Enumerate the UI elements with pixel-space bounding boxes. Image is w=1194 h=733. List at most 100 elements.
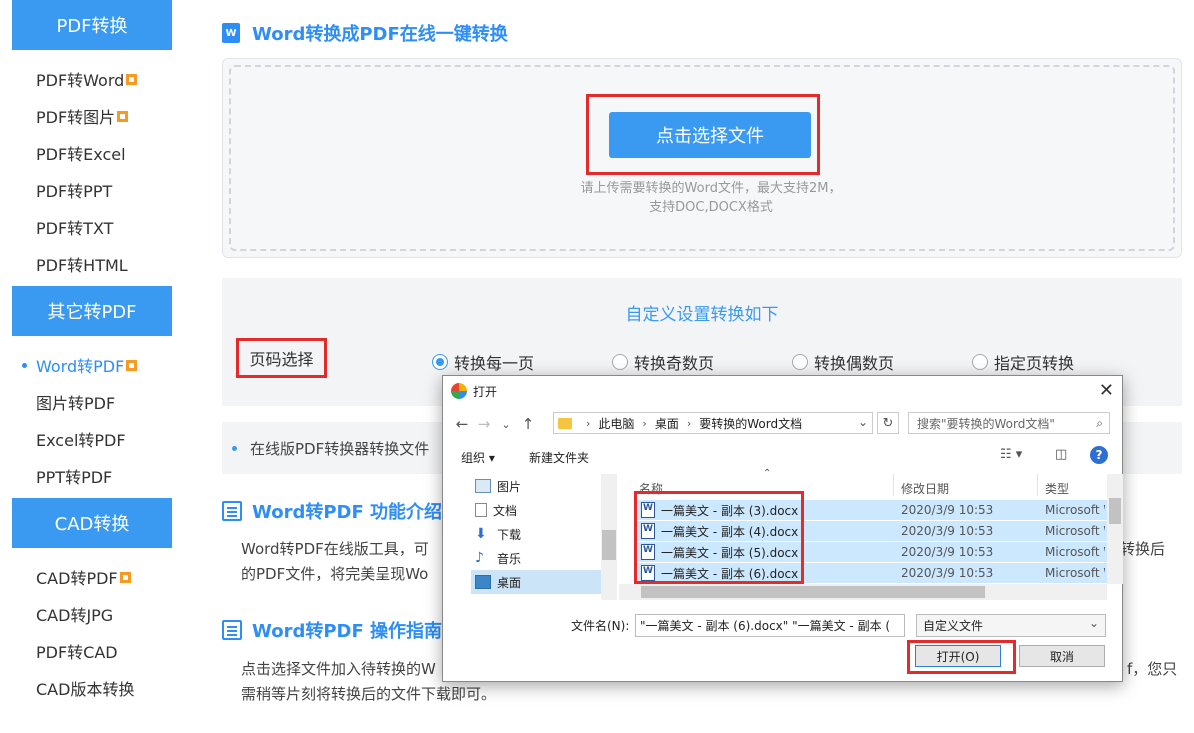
sidebar-item-cad-to-pdf[interactable]: CAD转PDF xyxy=(12,558,172,595)
tree-item-pictures[interactable]: 图片 xyxy=(471,474,616,498)
file-list-hscrollbar[interactable] xyxy=(619,584,1107,600)
highlight-box-open-button xyxy=(907,640,1016,674)
forward-arrow-icon[interactable]: → xyxy=(473,415,495,433)
sidebar-section-pdf-convert[interactable]: PDF转换 xyxy=(12,0,172,50)
chevron-right-icon: › xyxy=(642,416,647,430)
filetype-value: 自定义文件 xyxy=(923,619,984,633)
file-hscroll-thumb[interactable] xyxy=(641,586,985,598)
column-type[interactable]: 类型 xyxy=(1045,480,1069,497)
tree-item-label: 音乐 xyxy=(497,551,522,566)
music-note-icon: ♪ xyxy=(475,550,484,566)
sidebar-item-pdf-to-excel[interactable]: PDF转Excel xyxy=(12,134,172,171)
new-folder-button[interactable]: 新建文件夹 xyxy=(529,449,589,466)
help-icon[interactable]: ? xyxy=(1090,446,1108,464)
radio-specified-pages[interactable]: 指定页转换 xyxy=(972,350,1074,374)
up-arrow-icon[interactable]: ↑ xyxy=(517,415,539,433)
organize-menu[interactable]: 组织 ▾ xyxy=(461,449,495,466)
filename-value: "一篇美文 - 副本 (6).docx" "一篇美文 - 副本 ( xyxy=(640,619,891,633)
chevron-right-icon: › xyxy=(586,416,591,430)
recent-chevron-icon[interactable]: ⌄ xyxy=(495,418,517,431)
breadcrumb-folder[interactable]: 要转换的Word文档 xyxy=(699,415,802,432)
upload-hint: 请上传需要转换的Word文件，最大支持2M， xyxy=(580,181,842,196)
guide-line-2: 需稍等片刻将转换后的文件下载即可。 xyxy=(241,685,497,703)
sidebar-item-excel-to-pdf[interactable]: Excel转PDF xyxy=(12,420,172,457)
file-date: 2020/3/9 10:53 xyxy=(901,524,994,538)
sort-chevron-icon: ⌃ xyxy=(763,468,772,479)
word-doc-icon: W xyxy=(222,23,240,43)
guide-title: Word转PDF 操作指南： xyxy=(222,617,460,643)
browser-logo-icon xyxy=(451,383,467,399)
close-icon[interactable]: ✕ xyxy=(1099,380,1114,401)
download-arrow-icon: ⬇ xyxy=(475,526,487,542)
address-bar[interactable]: › 此电脑 › 桌面 › 要转换的Word文档 ⌄ xyxy=(553,412,873,434)
page-selection-label: 页码选择 xyxy=(236,338,327,378)
search-input[interactable]: 搜索"要转换的Word文档" ⌕ xyxy=(908,412,1110,434)
tree-item-downloads[interactable]: ⬇ 下载 xyxy=(471,522,616,546)
filetype-select[interactable]: 自定义文件 ⌄ xyxy=(916,614,1106,637)
sidebar-item-cad-to-jpg[interactable]: CAD转JPG xyxy=(12,595,172,632)
tree-item-documents[interactable]: 文档 xyxy=(471,498,616,522)
tree-item-label: 图片 xyxy=(497,479,522,494)
desktop-icon xyxy=(475,575,491,589)
tree-item-label: 文档 xyxy=(493,503,518,518)
radio-every-page[interactable]: 转换每一页 xyxy=(432,350,534,374)
pictures-icon xyxy=(475,479,491,493)
chevron-down-icon[interactable]: ⌄ xyxy=(858,415,868,429)
sidebar-item-word-to-pdf[interactable]: Word转PDF xyxy=(12,346,172,383)
dialog-title: 打开 xyxy=(473,384,498,399)
guide-line-1-tail: f，您只 xyxy=(1127,660,1178,678)
search-placeholder: 搜索"要转换的Word文档" xyxy=(917,416,1055,431)
sidebar-item-ppt-to-pdf[interactable]: PPT转PDF xyxy=(12,457,172,494)
radio-label: 指定页转换 xyxy=(994,354,1075,373)
tree-item-label: 下载 xyxy=(497,527,522,542)
sidebar-item-pdf-to-txt[interactable]: PDF转TXT xyxy=(12,208,172,245)
back-arrow-icon[interactable]: ← xyxy=(451,415,473,433)
sidebar-item-label: CAD转PDF xyxy=(36,568,118,588)
cancel-button[interactable]: 取消 xyxy=(1019,645,1105,667)
sidebar-section-other-to-pdf[interactable]: 其它转PDF xyxy=(12,286,172,336)
preview-pane-icon[interactable]: ◫ xyxy=(1055,447,1067,462)
view-options-icon[interactable]: ☷ ▾ xyxy=(1000,447,1022,462)
tree-scroll-thumb[interactable] xyxy=(602,530,616,560)
refresh-icon[interactable]: ↻ xyxy=(877,412,899,434)
search-icon: ⌕ xyxy=(1096,416,1103,430)
sidebar-section-cad-convert[interactable]: CAD转换 xyxy=(12,498,172,548)
tree-item-desktop[interactable]: 桌面 xyxy=(471,570,616,594)
sidebar-item-label: Excel转PDF xyxy=(36,430,126,450)
intro-icon xyxy=(222,501,242,521)
sidebar-item-cad-version[interactable]: CAD版本转换 xyxy=(12,669,172,706)
file-scroll-thumb[interactable] xyxy=(1109,498,1121,524)
radio-even-pages[interactable]: 转换偶数页 xyxy=(792,350,894,374)
sidebar-item-pdf-to-cad[interactable]: PDF转CAD xyxy=(12,632,172,669)
tree-scrollbar[interactable] xyxy=(601,474,617,600)
nav-tree: 图片 文档 ⬇ 下载 ♪ 音乐 桌面 xyxy=(471,474,617,600)
page-title-text: Word转换成PDF在线一键转换 xyxy=(252,24,508,45)
guide-icon xyxy=(222,620,242,640)
tree-item-music[interactable]: ♪ 音乐 xyxy=(471,546,616,570)
highlight-box-files xyxy=(634,491,804,584)
sidebar-item-pdf-to-image[interactable]: PDF转图片 xyxy=(12,97,172,134)
column-divider xyxy=(1037,474,1038,496)
sidebar-item-label: PDF转Excel xyxy=(36,144,126,164)
radio-unchecked-icon xyxy=(612,354,628,370)
chevron-right-icon: › xyxy=(686,416,692,430)
sidebar-item-pdf-to-html[interactable]: PDF转HTML xyxy=(12,245,172,282)
breadcrumb-desktop[interactable]: 桌面 xyxy=(655,415,679,432)
radio-odd-pages[interactable]: 转换奇数页 xyxy=(612,350,714,374)
file-list-scrollbar[interactable] xyxy=(1107,474,1123,584)
file-type: Microsoft W xyxy=(1045,566,1105,580)
sidebar-item-label: CAD版本转换 xyxy=(36,679,135,699)
radio-unchecked-icon xyxy=(792,354,808,370)
breadcrumb-this-pc[interactable]: 此电脑 xyxy=(598,415,634,432)
filename-label: 文件名(N): xyxy=(571,619,630,633)
sidebar-item-label: PDF转PPT xyxy=(36,181,113,201)
intro-line-1-tail: 转换后 xyxy=(1120,540,1166,558)
sidebar-item-pdf-to-ppt[interactable]: PDF转PPT xyxy=(12,171,172,208)
page-title: W Word转换成PDF在线一键转换 xyxy=(222,20,508,46)
vip-badge-icon xyxy=(126,74,138,85)
column-date[interactable]: 修改日期 xyxy=(901,480,949,497)
sidebar-item-pdf-to-word[interactable]: PDF转Word xyxy=(12,60,172,97)
file-type: Microsoft W xyxy=(1045,545,1105,559)
filename-input[interactable]: "一篇美文 - 副本 (6).docx" "一篇美文 - 副本 ( ⌄ xyxy=(635,614,905,637)
sidebar-item-image-to-pdf[interactable]: 图片转PDF xyxy=(12,383,172,420)
